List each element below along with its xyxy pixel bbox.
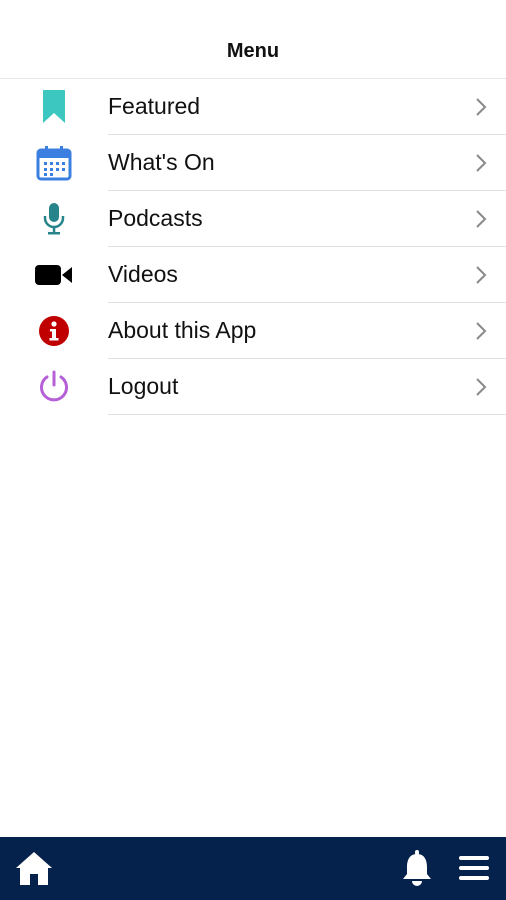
menu-item-label: Videos xyxy=(108,261,178,287)
calendar-icon xyxy=(34,145,74,181)
chevron-right-icon xyxy=(476,266,487,284)
menu-item-label: Featured xyxy=(108,93,201,119)
home-icon[interactable] xyxy=(14,849,54,892)
microphone-icon xyxy=(34,201,74,237)
header: Menu xyxy=(0,0,506,79)
menu-item-label: About this App xyxy=(108,317,257,343)
hamburger-menu-icon[interactable] xyxy=(458,855,490,886)
menu-item-label: Podcasts xyxy=(108,205,203,231)
menu-item-podcasts[interactable]: Podcasts xyxy=(0,191,506,247)
page-title: Menu xyxy=(226,40,280,62)
chevron-right-icon xyxy=(476,154,487,172)
menu-list: Featured What's On Podcasts Videos About… xyxy=(0,79,506,415)
bottom-navigation-bar xyxy=(0,837,506,900)
divider xyxy=(108,414,506,415)
chevron-right-icon xyxy=(476,98,487,116)
menu-item-videos[interactable]: Videos xyxy=(0,247,506,303)
info-icon xyxy=(34,313,74,349)
chevron-right-icon xyxy=(476,210,487,228)
menu-item-whats-on[interactable]: What's On xyxy=(0,135,506,191)
power-icon xyxy=(34,369,74,405)
bookmark-icon xyxy=(34,89,74,125)
video-camera-icon xyxy=(34,257,74,293)
bell-icon[interactable] xyxy=(400,849,434,892)
menu-item-featured[interactable]: Featured xyxy=(0,79,506,135)
menu-item-label: What's On xyxy=(108,149,215,175)
menu-item-label: Logout xyxy=(108,373,179,399)
menu-item-about[interactable]: About this App xyxy=(0,303,506,359)
chevron-right-icon xyxy=(476,378,487,396)
chevron-right-icon xyxy=(476,322,487,340)
menu-item-logout[interactable]: Logout xyxy=(0,359,506,415)
